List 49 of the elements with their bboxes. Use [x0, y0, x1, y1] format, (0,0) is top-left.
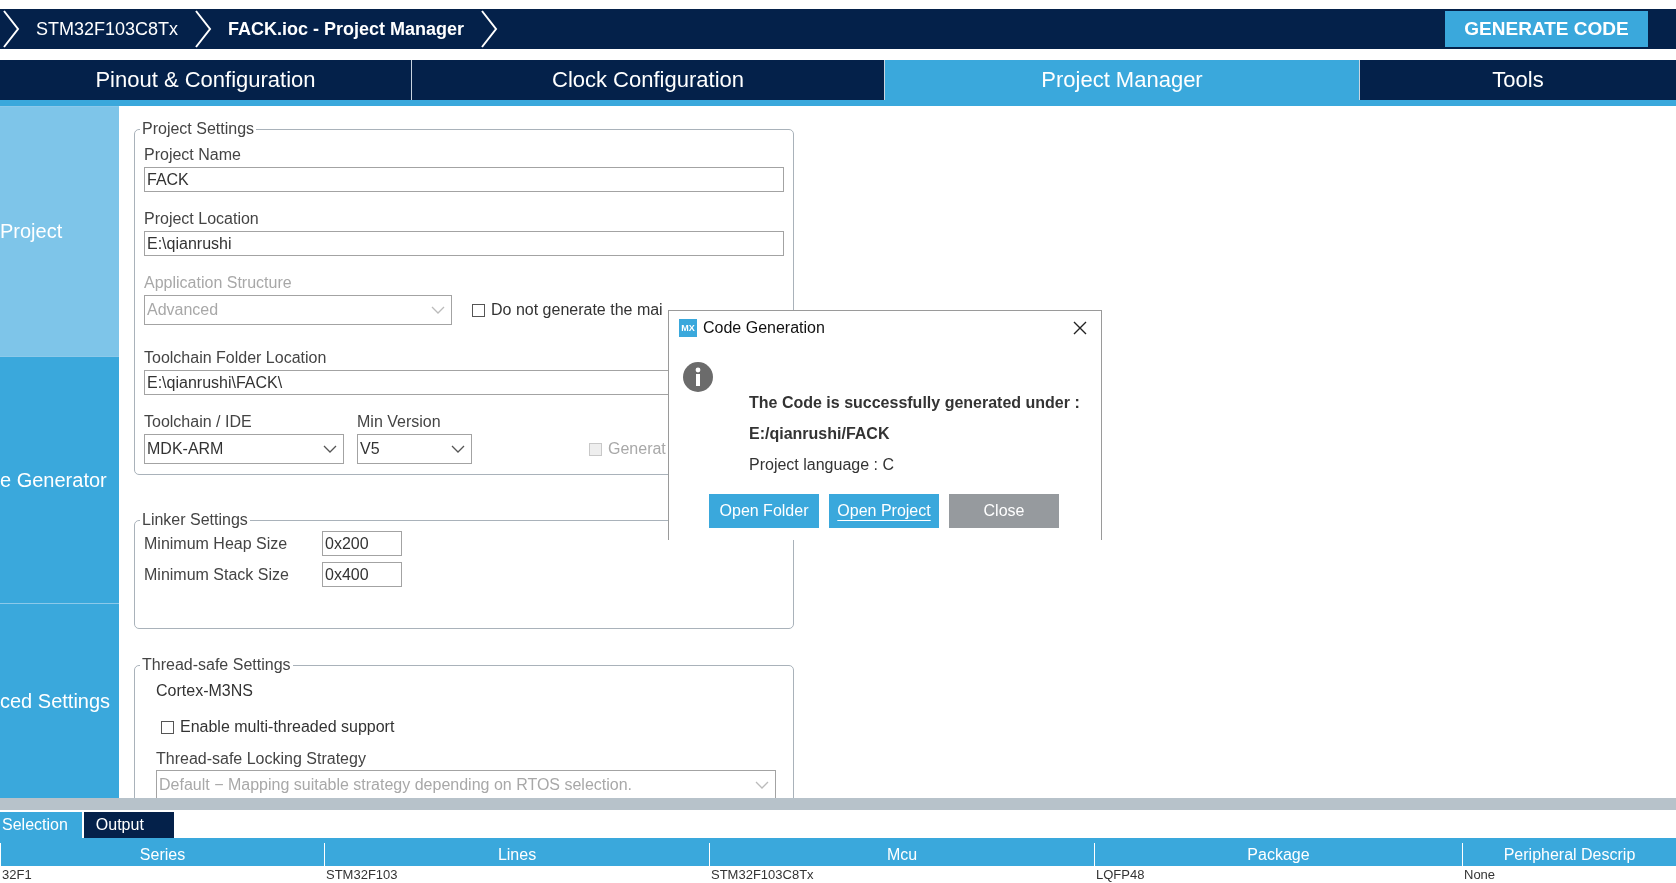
column-header: Series	[0, 843, 324, 866]
dialog-title: Code Generation	[703, 319, 825, 337]
column-header: Lines	[324, 843, 709, 866]
group-title: Linker Settings	[141, 511, 249, 529]
input-field[interactable]: FACK	[144, 167, 784, 192]
field-label: Application Structure	[144, 274, 292, 292]
close-icon[interactable]	[1073, 321, 1087, 335]
table-cell-text: STM32F103	[325, 866, 399, 883]
field-label: Project Location	[144, 210, 259, 228]
chevron-down-icon	[755, 781, 769, 789]
table-cell-text: STM32F103C8Tx	[710, 866, 815, 883]
chevron-down-icon	[451, 445, 465, 453]
checkbox-label: Enable multi-threaded support	[180, 718, 395, 736]
table-cell-text: None	[1463, 866, 1497, 883]
checkbox[interactable]	[472, 303, 485, 317]
breadcrumb[interactable]: FACK.ioc - Project Manager	[214, 18, 479, 40]
app-logo: MX	[679, 319, 697, 337]
dropdown[interactable]: V5	[357, 434, 472, 464]
language-text: Project language : C	[749, 456, 895, 474]
output-path: E:/qianrushi/FACK	[749, 425, 891, 443]
input-field[interactable]: E:\qianrushi	[144, 231, 784, 256]
field-label: Minimum Heap Size	[144, 534, 289, 553]
column-header: Mcu	[709, 843, 1094, 866]
column-header: Package	[1094, 843, 1462, 866]
core-name: Cortex-M3NS	[156, 682, 254, 700]
field-label: Toolchain Folder Location	[144, 349, 327, 367]
table-cell-text: LQFP48	[1095, 866, 1146, 883]
column-header: Peripheral Descrip	[1462, 843, 1676, 866]
table-cell-text: 32F1	[1, 866, 33, 883]
group-title: Thread-safe Settings	[141, 656, 292, 674]
field-label: Toolchain / IDE	[144, 413, 252, 431]
dropdown[interactable]: MDK-ARM	[144, 434, 344, 464]
group-title: Project Settings	[141, 120, 256, 138]
field-label: Thread-safe Locking Strategy	[156, 750, 366, 768]
checkbox-label: Generat	[608, 440, 666, 458]
checkbox-label: Do not generate the mai	[491, 301, 663, 319]
field-label: Minimum Stack Size	[144, 565, 290, 584]
field-label: Min Version	[357, 413, 441, 431]
chevron-right-icon	[0, 9, 22, 49]
input-field[interactable]: 0x200	[322, 531, 402, 556]
field-label: Project Name	[144, 146, 241, 164]
chevron-down-icon	[323, 445, 337, 453]
tab[interactable]: Output	[83, 812, 174, 838]
input-field[interactable]: 0x400	[322, 562, 402, 587]
checkbox[interactable]	[161, 720, 174, 734]
breadcrumb[interactable]: STM32F103C8Tx	[22, 18, 193, 40]
chevron-down-icon	[431, 306, 445, 314]
dialog-message: The Code is successfully generated under :	[749, 394, 1081, 412]
info-icon	[683, 362, 713, 392]
